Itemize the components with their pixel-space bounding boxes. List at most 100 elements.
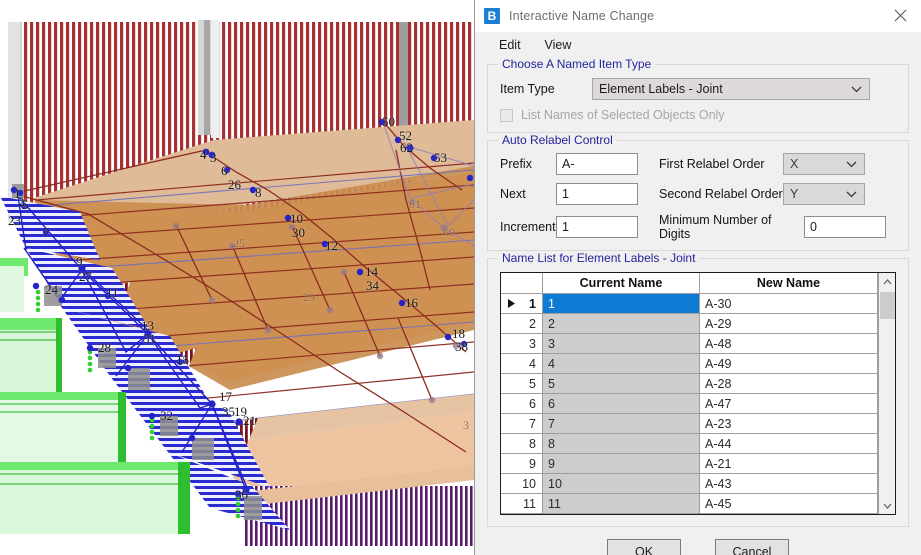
row-index-value: 4 (529, 356, 536, 371)
joint-label: 69 (443, 225, 455, 239)
joint-label: 11 (106, 285, 119, 300)
table-row[interactable]: 3 3 A-48 (501, 334, 878, 354)
current-name-cell[interactable]: 7 (543, 414, 700, 434)
table-row[interactable]: 8 8 A-44 (501, 434, 878, 454)
group-legend-name-list: Name List for Element Labels - Joint (498, 251, 700, 265)
table-header-new-name: New Name (700, 273, 878, 294)
row-index-cell: 4 (501, 354, 543, 374)
table-row[interactable]: 1 1 A-30 (501, 294, 878, 314)
row-index-cell: 8 (501, 434, 543, 454)
row-index-cell: 3 (501, 334, 543, 354)
current-name-cell[interactable]: 8 (543, 434, 700, 454)
joint-label: 17 (219, 389, 232, 404)
new-name-cell[interactable]: A-48 (700, 334, 878, 354)
increment-input[interactable]: 1 (556, 216, 638, 238)
ok-button[interactable]: OK (607, 539, 681, 555)
joint-label: 27 (79, 269, 92, 284)
row-selector-arrow-icon (508, 297, 515, 311)
joint-label: 23 (8, 213, 21, 228)
menu-item-edit[interactable]: Edit (489, 35, 531, 55)
new-name-cell[interactable]: A-29 (700, 314, 878, 334)
new-name-cell[interactable]: A-30 (700, 294, 878, 314)
group-legend-item-type: Choose A Named Item Type (498, 57, 656, 71)
table-row[interactable]: 9 9 A-21 (501, 454, 878, 474)
chevron-down-icon (846, 184, 857, 204)
row-index-cell: 1 (501, 294, 543, 314)
interactive-name-change-dialog: B Interactive Name Change Edit View Choo… (474, 0, 921, 555)
first-relabel-order-value: X (790, 157, 799, 171)
new-name-cell[interactable]: A-49 (700, 354, 878, 374)
chevron-down-icon[interactable] (879, 497, 896, 514)
current-name-cell[interactable]: 4 (543, 354, 700, 374)
table-row[interactable]: 6 6 A-47 (501, 394, 878, 414)
minimum-digits-label: Minimum Number of Digits (659, 213, 772, 241)
current-name-cell[interactable]: 11 (543, 494, 700, 514)
next-label: Next (500, 187, 526, 201)
joint-label: 50 (382, 114, 395, 129)
table-row[interactable]: 7 7 A-23 (501, 414, 878, 434)
new-name-cell[interactable]: A-28 (700, 374, 878, 394)
current-name-cell[interactable]: 3 (543, 334, 700, 354)
menu-item-view[interactable]: View (535, 35, 582, 55)
second-relabel-order-select[interactable]: Y (783, 183, 865, 205)
minimum-digits-input[interactable]: 0 (804, 216, 886, 238)
menu-bar: Edit View (475, 32, 921, 58)
row-index-value: 9 (529, 456, 536, 471)
next-input[interactable]: 1 (556, 183, 638, 205)
joint-label: 6 (221, 163, 228, 178)
current-name-cell[interactable]: 9 (543, 454, 700, 474)
structural-model-3d-view[interactable]: 1 2 5 23 7 9 27 11 13 31 15 17 19 35 21 24 28 32 36 4 3 6 26 8 1… (0, 0, 474, 555)
screen: 1 2 5 23 7 9 27 11 13 31 15 17 19 35 21 24 28 32 36 4 3 6 26 8 1… (0, 0, 921, 555)
joint-label: 15 (176, 352, 189, 367)
table-row[interactable]: 4 4 A-49 (501, 354, 878, 374)
table-vertical-scrollbar[interactable] (878, 273, 895, 514)
chevron-up-icon[interactable] (879, 273, 896, 290)
joint-label: 31 (143, 331, 156, 346)
table-row[interactable]: 2 2 A-29 (501, 314, 878, 334)
table-row[interactable]: 11 11 A-45 (501, 494, 878, 514)
row-index-cell: 6 (501, 394, 543, 414)
prefix-input[interactable]: A- (556, 153, 638, 175)
current-name-cell[interactable]: 1 (543, 294, 700, 314)
joint-label: 12 (325, 238, 338, 253)
joint-label: 21 (243, 413, 256, 428)
joint-label: 38 (455, 339, 468, 354)
joint-label: 32 (160, 408, 173, 423)
current-name-cell[interactable]: 6 (543, 394, 700, 414)
close-icon[interactable] (879, 0, 921, 31)
model-canvas (0, 0, 474, 555)
name-list-group: Name List for Element Labels - Joint Cur… (487, 251, 909, 527)
new-name-cell[interactable]: A-21 (700, 454, 878, 474)
scrollbar-thumb[interactable] (880, 292, 895, 319)
table-row[interactable]: 10 10 A-43 (501, 474, 878, 494)
dialog-title: Interactive Name Change (509, 9, 655, 23)
new-name-cell[interactable]: A-45 (700, 494, 878, 514)
joint-label: 4 (200, 147, 207, 162)
cancel-button[interactable]: Cancel (715, 539, 789, 555)
new-name-cell[interactable]: A-23 (700, 414, 878, 434)
row-index-value: 2 (529, 316, 536, 331)
first-relabel-order-select[interactable]: X (783, 153, 865, 175)
list-selected-objects-checkbox[interactable] (500, 108, 513, 122)
new-name-cell[interactable]: A-44 (700, 434, 878, 454)
new-name-cell[interactable]: A-47 (700, 394, 878, 414)
current-name-cell[interactable]: 5 (543, 374, 700, 394)
table-header-current-name: Current Name (543, 273, 700, 294)
dialog-titlebar[interactable]: B Interactive Name Change (475, 0, 921, 32)
current-name-cell[interactable]: 2 (543, 314, 700, 334)
new-name-cell[interactable]: A-43 (700, 474, 878, 494)
joint-label: 25 (233, 236, 245, 250)
increment-label: Increment (500, 220, 556, 234)
joint-label: 5 (22, 197, 29, 212)
list-selected-objects-label: List Names of Selected Objects Only (521, 108, 725, 122)
joint-label: 36 (235, 487, 248, 502)
current-name-cell[interactable]: 10 (543, 474, 700, 494)
item-type-select[interactable]: Element Labels - Joint (592, 78, 870, 100)
name-list-table[interactable]: Current Name New Name 1 1 A-30 2 2 A-29 3 3 A-48… (500, 272, 896, 515)
row-index-value: 10 (522, 476, 536, 491)
list-selected-objects-checkbox-row[interactable]: List Names of Selected Objects Only (500, 108, 896, 122)
table-row[interactable]: 5 5 A-28 (501, 374, 878, 394)
row-index-value: 8 (529, 436, 536, 451)
row-index-cell: 5 (501, 374, 543, 394)
joint-label: 3 (210, 150, 217, 165)
